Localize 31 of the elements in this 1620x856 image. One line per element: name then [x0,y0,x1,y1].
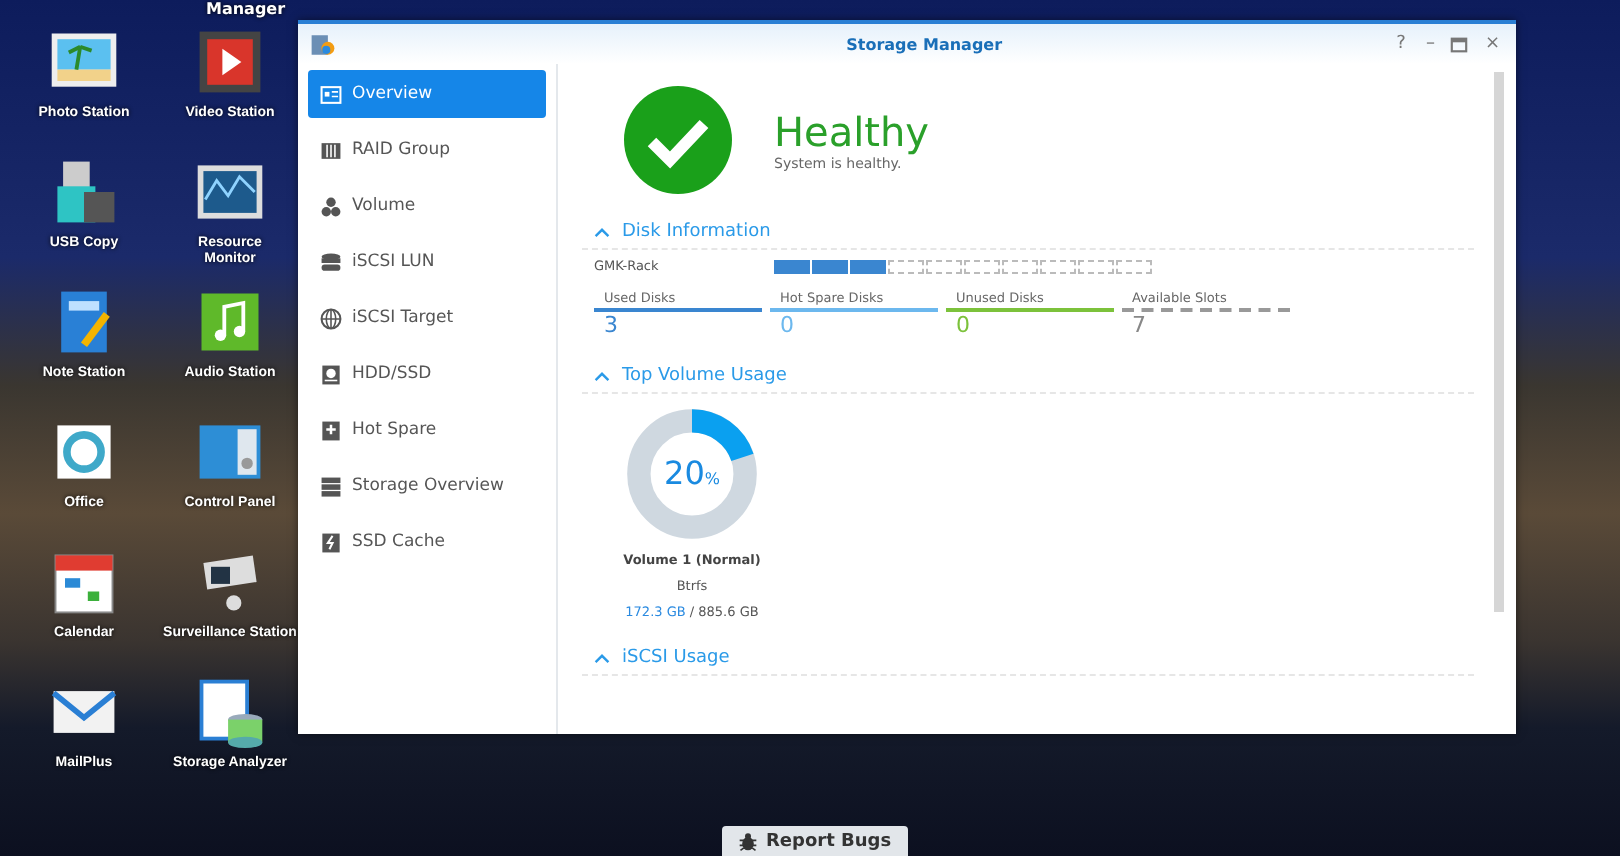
chevron-up-icon [594,653,610,663]
app-label: Manager [206,0,286,18]
maximize-icon[interactable] [1450,35,1469,53]
scrollbar[interactable] [1494,72,1504,612]
chevron-up-icon [594,227,610,237]
help-button[interactable]: ? [1392,35,1410,53]
sidebar-item[interactable]: HDD/SSD [308,350,546,398]
app-icon [310,31,336,57]
stat-value: 0 [954,312,972,338]
bug-icon [738,832,758,852]
usage-donut [624,406,760,542]
report-bugs-button[interactable]: Report Bugs [722,826,908,856]
volume-icon [320,195,342,217]
stat-value: 0 [778,312,796,338]
health-status: Healthy [774,107,930,155]
chevron-up-icon [594,371,610,381]
stat-value: 3 [602,312,620,338]
sidebar-item[interactable]: Storage Overview [308,462,546,510]
minimize-button[interactable]: – [1421,35,1439,53]
checkmark-icon [622,83,734,195]
window-title: Storage Manager [844,35,1005,53]
sidebar-item[interactable]: Overview [308,70,546,118]
stat-value: 7 [1130,312,1148,338]
sidebar-item[interactable]: SSD Cache [308,518,546,566]
sidebar-item[interactable]: iSCSI LUN [308,238,546,286]
close-button[interactable]: × [1480,35,1504,53]
sidebar-item[interactable]: Hot Spare [308,406,546,454]
usage-percent: 20% [664,458,720,490]
sidebar-item[interactable]: Volume [308,182,546,230]
sidebar-item[interactable]: iSCSI Target [308,294,546,342]
sidebar-item[interactable]: RAID Group [308,126,546,174]
